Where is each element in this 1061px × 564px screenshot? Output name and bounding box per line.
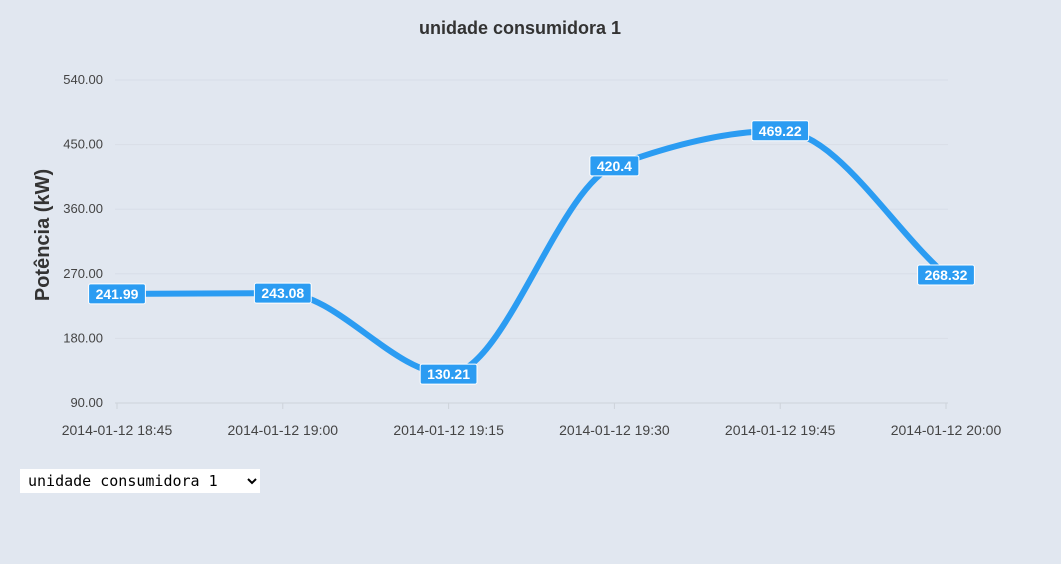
x-axis-ticks: 2014-01-12 18:45 2014-01-12 19:00 2014-01-… bbox=[62, 403, 1002, 438]
chart-title: unidade consumidora 1 bbox=[419, 18, 621, 38]
chart-svg: unidade consumidora 1 Potência (kW) 90.0… bbox=[32, 18, 1002, 438]
x-tick-label: 2014-01-12 19:45 bbox=[725, 422, 836, 438]
y-tick-label: 360.00 bbox=[63, 201, 103, 216]
data-label-text: 268.32 bbox=[925, 267, 968, 283]
y-tick-label: 450.00 bbox=[63, 137, 103, 152]
chart-container: unidade consumidora 1 Potência (kW) 90.0… bbox=[0, 0, 1061, 460]
data-label-text: 130.21 bbox=[427, 366, 470, 382]
data-label-text: 243.08 bbox=[261, 285, 304, 301]
x-tick-label: 2014-01-12 19:15 bbox=[393, 422, 504, 438]
y-axis-title: Potência (kW) bbox=[32, 169, 54, 301]
data-label-text: 469.22 bbox=[759, 123, 802, 139]
series-layer bbox=[114, 127, 949, 378]
data-label-text: 241.99 bbox=[96, 286, 139, 302]
x-tick-label: 2014-01-12 19:00 bbox=[228, 422, 339, 438]
unit-selector[interactable]: unidade consumidora 1 bbox=[20, 469, 260, 493]
data-label: 243.08 bbox=[253, 282, 312, 304]
data-label: 469.22 bbox=[751, 120, 810, 142]
data-label: 420.4 bbox=[589, 155, 640, 177]
series-line bbox=[114, 127, 949, 378]
data-label: 268.32 bbox=[917, 264, 975, 286]
data-label-text: 420.4 bbox=[597, 158, 632, 174]
y-axis-ticks: 90.00 180.00 270.00 360.00 450.00 540.00 bbox=[63, 72, 103, 410]
grid-layer bbox=[115, 79, 948, 404]
x-tick-label: 2014-01-12 20:00 bbox=[891, 422, 1002, 438]
x-tick-label: 2014-01-12 18:45 bbox=[62, 422, 173, 438]
y-tick-label: 540.00 bbox=[63, 72, 103, 87]
y-tick-label: 90.00 bbox=[70, 395, 103, 410]
data-label: 130.21 bbox=[419, 363, 478, 385]
x-tick-label: 2014-01-12 19:30 bbox=[559, 422, 670, 438]
y-tick-label: 180.00 bbox=[63, 330, 103, 345]
data-label: 241.99 bbox=[88, 283, 146, 305]
y-tick-label: 270.00 bbox=[63, 266, 103, 281]
